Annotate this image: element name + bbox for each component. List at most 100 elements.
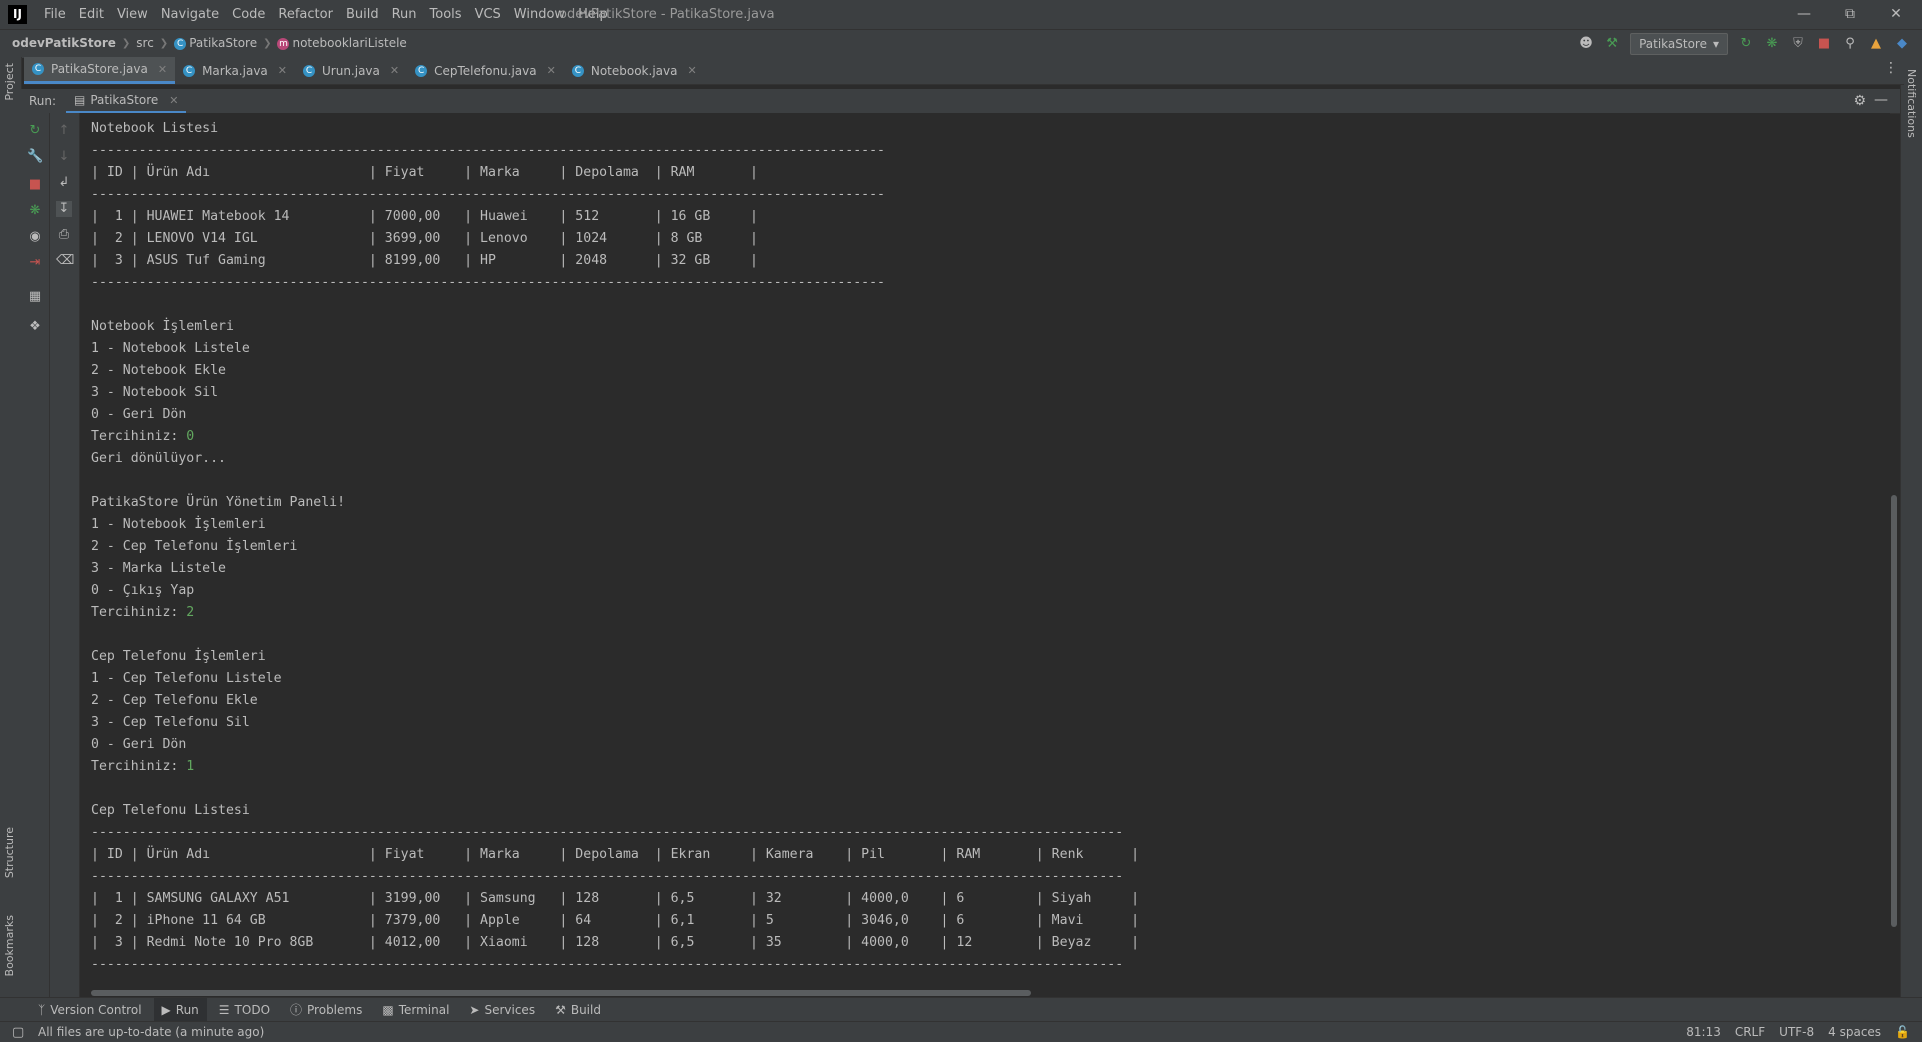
tab-label: CepTelefonu.java [434, 63, 537, 78]
close-icon[interactable]: ✕ [169, 94, 178, 107]
menu-refactor[interactable]: Refactor [278, 7, 340, 22]
gear-icon[interactable]: ⚙ [1853, 93, 1866, 109]
run-toolbar-primary: ↻ 🔧 ■ ❋ ◉ ⇥ ▦ ❖ [21, 113, 50, 997]
plugin-icon[interactable]: ◆ [1894, 36, 1910, 52]
tab-notebook[interactable]: C Notebook.java ✕ [564, 57, 705, 84]
menu-run[interactable]: Run [392, 7, 424, 22]
menu-view[interactable]: View [117, 7, 155, 22]
close-icon[interactable]: ✕ [547, 64, 556, 77]
arrow-up-icon[interactable]: ↑ [56, 123, 72, 139]
arrow-down-icon[interactable]: ↓ [56, 149, 72, 165]
tab-services[interactable]: ➤ Services [461, 998, 543, 1022]
coverage-icon[interactable]: ⛨ [1790, 36, 1806, 52]
debug-icon[interactable]: ❋ [1764, 36, 1780, 52]
layout-toggle-icon[interactable]: ▢ [12, 1025, 24, 1040]
print-icon[interactable]: ⎙ [56, 227, 72, 243]
menu-vcs[interactable]: VCS [475, 7, 508, 22]
camera-icon[interactable]: ◉ [27, 229, 43, 245]
console-line: 2 - Cep Telefonu Ekle [91, 690, 1139, 712]
trash-icon[interactable]: ⌫ [56, 253, 74, 269]
run-tab[interactable]: ▤ PatikaStore ✕ [66, 89, 187, 113]
caret-position[interactable]: 81:13 [1686, 1025, 1721, 1039]
tab-build[interactable]: ⚒ Build [547, 998, 609, 1022]
tab-run[interactable]: ▶ Run [153, 997, 207, 1022]
line-separator[interactable]: CRLF [1735, 1025, 1765, 1039]
tab-patikastore[interactable]: C PatikaStore.java ✕ [24, 57, 176, 84]
tab-label: Urun.java [322, 63, 380, 78]
tab-version-control[interactable]: ᛉ Version Control [30, 998, 150, 1022]
update-icon[interactable]: ▲ [1868, 36, 1884, 52]
horizontal-scrollbar[interactable] [91, 990, 1031, 996]
wrench-icon[interactable]: 🔧 [27, 149, 43, 165]
debug-icon[interactable]: ❋ [27, 203, 43, 219]
user-icon[interactable]: ☻ [1578, 36, 1594, 52]
console-line: 2 - Cep Telefonu İşlemleri [91, 536, 1139, 558]
minimize-panel-icon[interactable]: — [1874, 92, 1888, 108]
intellij-logo-icon[interactable]: IJ [8, 5, 27, 24]
menu-build[interactable]: Build [346, 7, 386, 22]
menu-navigate[interactable]: Navigate [161, 7, 226, 22]
file-encoding[interactable]: UTF-8 [1779, 1025, 1814, 1039]
menu-code[interactable]: Code [232, 7, 272, 22]
exit-icon[interactable]: ⇥ [27, 255, 43, 271]
project-panel-toggle[interactable]: Project [3, 63, 16, 101]
menu-file[interactable]: File [44, 7, 73, 22]
close-icon[interactable]: ✕ [158, 63, 167, 76]
indent-setting[interactable]: 4 spaces [1828, 1025, 1881, 1039]
console-line: | ID | Ürün Adı | Fiyat | Marka | Depola… [91, 844, 1139, 866]
scroll-to-end-icon[interactable]: ↧ [56, 201, 72, 217]
lock-icon[interactable]: 🔓 [1895, 1025, 1910, 1039]
status-message[interactable]: All files are up-to-date (a minute ago) [38, 1025, 264, 1039]
console-line-text: | 1 | HUAWEI Matebook 14 | 7000,00 | Hua… [91, 209, 758, 224]
console-line-text: 0 - Geri Dön [91, 407, 187, 422]
menu-tools[interactable]: Tools [430, 7, 469, 22]
tab-todo[interactable]: ☰ TODO [211, 998, 278, 1022]
editor-tab-bar: C PatikaStore.java ✕ C Marka.java ✕ C Urun.ja… [24, 57, 1904, 85]
breadcrumb-folder[interactable]: src [136, 36, 154, 50]
tab-problems[interactable]: ⓘ Problems [282, 998, 370, 1022]
search-icon[interactable]: ⚲ [1842, 36, 1858, 52]
more-tabs-icon[interactable]: ⋮ [1884, 60, 1898, 76]
method-icon: m [277, 37, 290, 50]
breadcrumb-project[interactable]: odevPatikStore [12, 36, 116, 50]
run-config-select[interactable]: PatikaStore ▾ [1630, 33, 1728, 55]
tab-label: Problems [307, 1002, 363, 1017]
console-line-text: 2 - Notebook Ekle [91, 363, 226, 378]
stop-icon[interactable]: ■ [27, 177, 43, 193]
console-output[interactable]: Notebook Listesi ------------------------… [80, 113, 1890, 991]
run-toolbar-secondary: ↑ ↓ ↲ ↧ ⎙ ⌫ [50, 113, 80, 997]
rerun-icon[interactable]: ↻ [1738, 36, 1754, 52]
tab-ceptelefonu[interactable]: C CepTelefonu.java ✕ [407, 57, 564, 84]
stop-icon[interactable]: ■ [1816, 36, 1832, 52]
play-icon: ▶ [161, 1002, 171, 1017]
soft-wrap-icon[interactable]: ↲ [56, 175, 72, 191]
close-icon[interactable]: ✕ [390, 64, 399, 77]
console-line: Tercihiniz: 0 [91, 426, 1139, 448]
status-widgets: 81:13 CRLF UTF-8 4 spaces 🔓 [1686, 1025, 1910, 1039]
restore-window-icon[interactable]: ⧉ [1839, 4, 1861, 24]
tab-urun[interactable]: C Urun.java ✕ [295, 57, 407, 84]
console-line-text: 3 - Marka Listele [91, 561, 226, 576]
bottom-tool-tabs: ᛉ Version Control ▶ Run ☰ TODO ⓘ Problems ▩ T… [0, 997, 1922, 1022]
console-line: 3 - Notebook Sil [91, 382, 1139, 404]
layout-icon[interactable]: ▦ [27, 289, 43, 305]
notifications-panel-toggle[interactable]: Notifications [1905, 69, 1918, 138]
close-icon[interactable]: ✕ [687, 64, 696, 77]
hammer-icon[interactable]: ⚒ [1604, 36, 1620, 52]
tab-marka[interactable]: C Marka.java ✕ [175, 57, 295, 84]
close-window-icon[interactable]: ✕ [1885, 4, 1907, 24]
breadcrumb-method[interactable]: m notebooklariListele [277, 36, 407, 50]
console-line-text: Tercihiniz: [91, 429, 187, 444]
rerun-icon[interactable]: ↻ [27, 123, 43, 139]
menu-edit[interactable]: Edit [79, 7, 111, 22]
structure-panel-toggle[interactable]: Structure [3, 827, 16, 878]
vertical-scrollbar[interactable] [1891, 495, 1897, 927]
close-icon[interactable]: ✕ [278, 64, 287, 77]
minimize-window-icon[interactable]: — [1793, 4, 1815, 24]
right-tool-strip: Notifications [1900, 57, 1922, 997]
pin-icon[interactable]: ❖ [27, 319, 43, 335]
console-line: Cep Telefonu Listesi [91, 800, 1139, 822]
bookmarks-panel-toggle[interactable]: Bookmarks [3, 915, 16, 976]
tab-terminal[interactable]: ▩ Terminal [374, 998, 457, 1022]
breadcrumb-class[interactable]: C PatikaStore [174, 36, 257, 50]
